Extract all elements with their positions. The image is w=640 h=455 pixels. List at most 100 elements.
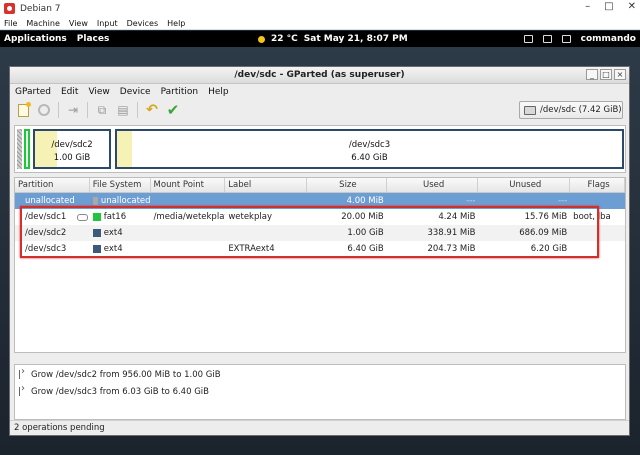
- gparted-maximize-button[interactable]: □: [600, 69, 612, 80]
- host-maximize-button[interactable]: □: [604, 1, 613, 12]
- table-row[interactable]: /dev/sdc1 fat16 /media/wetekplay wetekpl…: [15, 209, 625, 225]
- bluetooth-icon[interactable]: [542, 35, 552, 43]
- partition-table: Partition File System Mount Point Label …: [14, 177, 626, 353]
- list-item[interactable]: Grow /dev/sdc3 from 6.03 GiB to 6.40 GiB: [15, 383, 625, 399]
- cell-label: wetekplay: [228, 212, 272, 222]
- cell-used: 204.73 MiB: [427, 244, 476, 254]
- host-menu-view[interactable]: View: [69, 19, 88, 28]
- menu-help[interactable]: Help: [208, 87, 229, 97]
- status-text: 2 operations pending: [14, 423, 105, 433]
- map-partition-sdc3[interactable]: /dev/sdc3 6.40 GiB: [115, 129, 624, 169]
- map-sdc2-name: /dev/sdc2: [51, 140, 93, 150]
- menu-view[interactable]: View: [88, 87, 109, 97]
- filesystem-color-swatch: [92, 213, 101, 221]
- table-header: Partition File System Mount Point Label …: [15, 178, 625, 193]
- column-header-size[interactable]: Size: [307, 178, 387, 192]
- places-menu[interactable]: Places: [77, 34, 110, 44]
- cell-partition-name: /dev/sdc1: [25, 212, 67, 222]
- column-header-mountpoint[interactable]: Mount Point: [151, 178, 226, 192]
- resize-move-icon: ⇥: [67, 103, 79, 117]
- apply-button[interactable]: ✔: [164, 101, 182, 119]
- partition-map: /dev/sdc2 1.00 GiB /dev/sdc3 6.40 GiB: [14, 125, 626, 173]
- cell-partition: unallocated: [25, 196, 75, 206]
- column-header-unused[interactable]: Unused: [478, 178, 571, 192]
- weather-temperature[interactable]: 22 °C: [271, 34, 298, 44]
- panel-clock[interactable]: Sat May 21, 8:07 PM: [304, 34, 408, 44]
- column-header-partition[interactable]: Partition: [15, 178, 90, 192]
- column-header-filesystem[interactable]: File System: [90, 178, 151, 192]
- delete-icon: [38, 104, 50, 116]
- cell-flags: boot, lba: [573, 212, 611, 222]
- host-menu-input[interactable]: Input: [97, 19, 118, 28]
- map-sdc3-name: /dev/sdc3: [348, 140, 391, 150]
- paste-icon: ▤: [117, 103, 129, 117]
- list-item[interactable]: Grow /dev/sdc2 from 956.00 MiB to 1.00 G…: [15, 366, 625, 382]
- toolbar-separator: [137, 102, 138, 118]
- cell-mountpoint: /media/wetekplay: [153, 212, 226, 222]
- table-row[interactable]: /dev/sdc2 ext4 1.00 GiB 338.91 MiB 686.0…: [15, 225, 625, 241]
- map-partition-sdc1[interactable]: [24, 129, 30, 169]
- pending-operations-list: Grow /dev/sdc2 from 956.00 MiB to 1.00 G…: [14, 364, 626, 420]
- filesystem-color-swatch: [92, 229, 101, 237]
- grow-operation-icon: [19, 383, 27, 396]
- cell-size: 6.40 GiB: [347, 244, 384, 254]
- cell-size: 1.00 GiB: [347, 228, 384, 238]
- cell-label: EXTRAext4: [228, 244, 275, 254]
- user-menu[interactable]: commando: [581, 34, 636, 44]
- gparted-minimize-button[interactable]: _: [586, 69, 598, 80]
- operation-text: Grow /dev/sdc3 from 6.03 GiB to 6.40 GiB: [31, 386, 209, 397]
- cell-used: 4.24 MiB: [438, 212, 476, 222]
- undo-button[interactable]: ↶: [143, 101, 161, 119]
- host-close-button[interactable]: ✕: [628, 1, 636, 12]
- host-menubar: File Machine View Input Devices Help: [0, 17, 640, 30]
- table-row[interactable]: /dev/sdc3 ext4 EXTRAext4 6.40 GiB 204.73…: [15, 241, 625, 257]
- cell-filesystem-name: ext4: [103, 244, 123, 254]
- map-sdc3-size: 6.40 GiB: [351, 153, 388, 163]
- column-header-used[interactable]: Used: [387, 178, 479, 192]
- cell-unused: 686.09 MiB: [519, 228, 568, 238]
- menu-partition[interactable]: Partition: [161, 87, 199, 97]
- cell-unused: ---: [557, 196, 568, 206]
- host-menu-file[interactable]: File: [4, 19, 17, 28]
- table-row[interactable]: unallocated unallocated 4.00 MiB --- ---: [15, 193, 625, 209]
- copy-button[interactable]: ⧉: [93, 101, 111, 119]
- device-selector[interactable]: /dev/sdc (7.42 GiB): [519, 101, 623, 119]
- menu-edit[interactable]: Edit: [61, 87, 78, 97]
- host-minimize-button[interactable]: –: [585, 1, 590, 12]
- column-header-label[interactable]: Label: [225, 178, 308, 192]
- cell-filesystem-name: fat16: [103, 212, 127, 222]
- cell-partition: /dev/sdc1: [15, 212, 90, 222]
- gparted-close-button[interactable]: ×: [614, 69, 626, 80]
- cell-size: 4.00 MiB: [346, 196, 384, 206]
- apply-checkmark-icon: ✔: [166, 101, 180, 119]
- menu-gparted[interactable]: GParted: [15, 87, 51, 97]
- gparted-menubar: GParted Edit View Device Partition Help: [10, 84, 629, 99]
- host-titlebar: Debian 7 – □ ✕: [0, 0, 640, 17]
- cell-size: 20.00 MiB: [341, 212, 384, 222]
- resize-move-button[interactable]: ⇥: [64, 101, 82, 119]
- network-icon[interactable]: [561, 35, 571, 43]
- map-unallocated[interactable]: [17, 129, 22, 169]
- cell-filesystem: ext4: [90, 244, 151, 254]
- applications-menu[interactable]: Applications: [4, 34, 67, 44]
- host-menu-devices[interactable]: Devices: [127, 19, 159, 28]
- copy-icon: ⧉: [97, 102, 107, 117]
- map-partition-sdc2[interactable]: /dev/sdc2 1.00 GiB: [33, 129, 111, 169]
- host-menu-machine[interactable]: Machine: [26, 19, 60, 28]
- menu-device[interactable]: Device: [120, 87, 151, 97]
- toolbar-separator: [58, 102, 59, 118]
- paste-button[interactable]: ▤: [114, 101, 132, 119]
- volume-icon[interactable]: [523, 35, 533, 43]
- delete-partition-button[interactable]: [35, 101, 53, 119]
- column-header-flags[interactable]: Flags: [570, 178, 625, 192]
- gparted-window: /dev/sdc - GParted (as superuser) _ □ × …: [9, 66, 630, 436]
- host-menu-help[interactable]: Help: [167, 19, 185, 28]
- cell-used: 338.91 MiB: [427, 228, 476, 238]
- cell-used: ---: [466, 196, 476, 206]
- cell-partition: /dev/sdc3: [25, 244, 67, 254]
- map-sdc2-size: 1.00 GiB: [53, 153, 91, 163]
- new-partition-button[interactable]: [14, 101, 32, 119]
- mounted-key-icon: [76, 213, 88, 221]
- device-selector-value: /dev/sdc (7.42 GiB): [540, 105, 622, 115]
- gparted-titlebar[interactable]: /dev/sdc - GParted (as superuser) _ □ ×: [10, 67, 629, 84]
